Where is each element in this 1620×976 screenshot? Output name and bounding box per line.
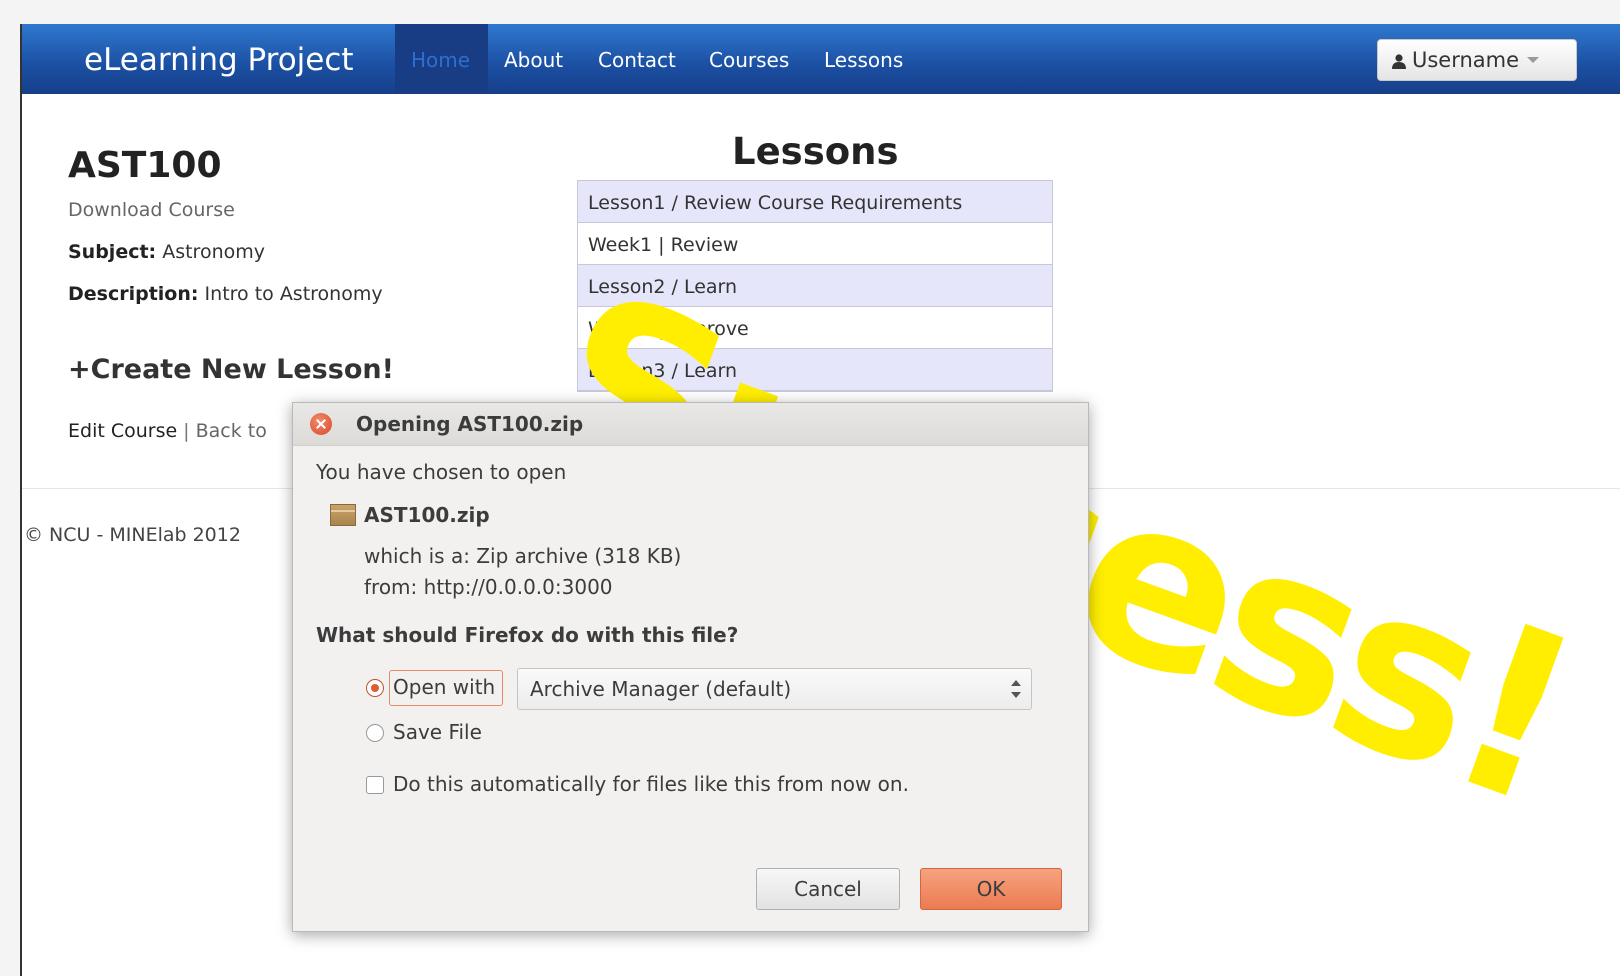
auto-label[interactable]: Do this automatically for files like thi…	[393, 772, 909, 796]
user-menu-button[interactable]: Username	[1377, 39, 1577, 81]
dialog-title: Opening AST100.zip	[356, 412, 584, 436]
lesson-row[interactable]: Lesson3 / Learn	[578, 349, 1052, 391]
back-link[interactable]: Back to	[196, 420, 267, 442]
open-with-radio[interactable]	[366, 679, 384, 697]
top-navbar: eLearning Project Home About Contact Cou…	[22, 24, 1620, 94]
description-value: Intro to Astronomy	[204, 283, 383, 305]
dialog-intro: You have chosen to open	[316, 460, 567, 484]
caret-down-icon	[1527, 57, 1540, 63]
open-with-app-select[interactable]: Archive Manager (default)	[517, 668, 1032, 710]
link-separator: |	[183, 420, 190, 442]
open-with-label[interactable]: Open with	[393, 675, 495, 699]
nav-about[interactable]: About	[504, 24, 563, 94]
close-icon[interactable]	[310, 413, 332, 435]
subject-key: Subject:	[68, 241, 157, 263]
updown-arrows-icon	[1011, 678, 1021, 700]
nav-courses[interactable]: Courses	[709, 24, 789, 94]
nav-contact[interactable]: Contact	[598, 24, 676, 94]
description-key: Description:	[68, 283, 199, 305]
course-links: Edit Course | Back to	[68, 420, 267, 442]
dialog-title-bar[interactable]: Opening AST100.zip	[293, 403, 1088, 446]
description-line: Description: Intro to Astronomy	[68, 283, 383, 305]
nav-lessons[interactable]: Lessons	[824, 24, 903, 94]
course-title: AST100	[68, 145, 222, 186]
create-lesson-link[interactable]: +Create New Lesson!	[68, 354, 394, 385]
subject-line: Subject: Astronomy	[68, 241, 265, 263]
ok-button[interactable]: OK	[920, 868, 1062, 910]
edit-course-link[interactable]: Edit Course	[68, 420, 177, 442]
lesson-row[interactable]: Week1 | Review	[578, 223, 1052, 265]
file-name: AST100.zip	[364, 503, 490, 527]
lessons-table: Lesson1 / Review Course Requirements Wee…	[577, 180, 1053, 392]
user-icon	[1392, 54, 1406, 69]
lessons-heading: Lessons	[732, 130, 899, 173]
archive-icon	[330, 504, 356, 526]
footer-copyright: © NCU - MINElab 2012	[24, 524, 241, 546]
username-label: Username	[1412, 48, 1520, 72]
save-file-radio[interactable]	[366, 724, 384, 742]
lesson-row[interactable]: Week2 | Improve	[578, 307, 1052, 349]
auto-checkbox[interactable]	[366, 776, 384, 794]
file-source-line: from: http://0.0.0.0:3000	[364, 575, 613, 599]
cancel-button[interactable]: Cancel	[756, 868, 900, 910]
brand-logo[interactable]: eLearning Project	[84, 42, 354, 78]
open-with-app-value: Archive Manager (default)	[530, 677, 792, 701]
lesson-row[interactable]: Lesson2 / Learn	[578, 265, 1052, 307]
download-course-link[interactable]: Download Course	[68, 199, 235, 221]
file-type-line: which is a: Zip archive (318 KB)	[364, 544, 682, 568]
subject-value: Astronomy	[162, 241, 265, 263]
lesson-row[interactable]: Lesson1 / Review Course Requirements	[578, 181, 1052, 223]
save-file-label[interactable]: Save File	[393, 720, 482, 744]
dialog-question: What should Firefox do with this file?	[316, 623, 739, 647]
nav-home[interactable]: Home	[395, 24, 488, 94]
download-dialog: Opening AST100.zip You have chosen to op…	[292, 402, 1089, 932]
